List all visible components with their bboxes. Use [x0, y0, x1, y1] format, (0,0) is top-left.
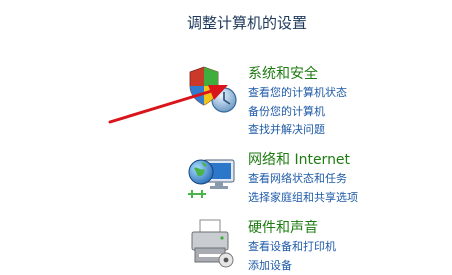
category-title-system-security[interactable]: 系统和安全 — [248, 64, 347, 84]
link-view-devices-printers[interactable]: 查看设备和打印机 — [248, 238, 336, 257]
annotation-arrow-icon — [100, 78, 240, 128]
link-add-device[interactable]: 添加设备 — [248, 257, 336, 275]
link-view-network-status[interactable]: 查看网络状态和任务 — [248, 170, 358, 189]
printer-icon[interactable] — [186, 218, 238, 270]
category-title-network-internet[interactable]: 网络和 Internet — [248, 150, 358, 170]
category-title-hardware-sound[interactable]: 硬件和声音 — [248, 218, 336, 238]
link-find-fix-problems[interactable]: 查找并解决问题 — [248, 121, 347, 140]
link-homegroup-sharing[interactable]: 选择家庭组和共享选项 — [248, 189, 358, 208]
page-title: 调整计算机的设置 — [187, 12, 307, 33]
link-view-computer-status[interactable]: 查看您的计算机状态 — [248, 84, 347, 103]
network-globe-icon[interactable] — [186, 150, 238, 202]
link-backup-computer[interactable]: 备份您的计算机 — [248, 103, 347, 122]
